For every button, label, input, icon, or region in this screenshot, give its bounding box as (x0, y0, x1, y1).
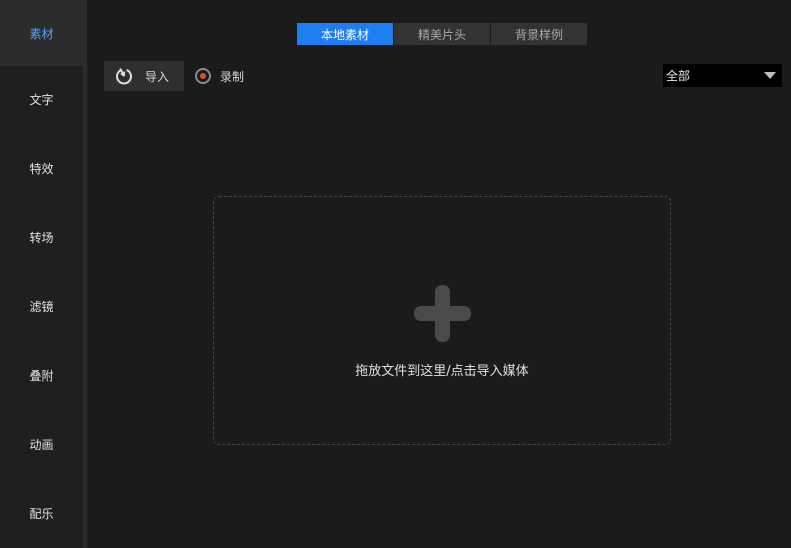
sidebar-item-label: 素材 (29, 26, 54, 41)
filter-dropdown[interactable]: 全部 (663, 64, 782, 87)
record-dot-icon (200, 73, 206, 79)
media-drop-zone[interactable]: 拖放文件到这里/点击导入媒体 (213, 196, 671, 445)
sidebar-divider (83, 0, 87, 548)
sidebar-item-label: 滤镜 (29, 299, 54, 314)
sidebar: 素材 文字 特效 转场 滤镜 叠附 动画 配乐 (0, 0, 83, 548)
sidebar-item-label: 配乐 (29, 506, 54, 521)
sidebar-item-overlay[interactable]: 叠附 (0, 342, 83, 408)
sidebar-item-text[interactable]: 文字 (0, 66, 83, 132)
import-label: 导入 (145, 69, 170, 84)
sidebar-item-material[interactable]: 素材 (0, 0, 83, 66)
sidebar-item-transitions[interactable]: 转场 (0, 204, 83, 270)
sidebar-item-label: 转场 (29, 230, 54, 245)
tab-label: 精美片头 (417, 27, 466, 42)
sidebar-item-music[interactable]: 配乐 (0, 480, 83, 546)
plus-icon (414, 285, 471, 342)
source-tabs: 本地素材 精美片头 背景样例 (297, 23, 588, 45)
tab-intro-templates[interactable]: 精美片头 (394, 23, 490, 45)
tab-background-samples[interactable]: 背景样例 (491, 23, 587, 45)
drop-zone-hint: 拖放文件到这里/点击导入媒体 (355, 364, 529, 379)
sidebar-item-effects[interactable]: 特效 (0, 135, 83, 201)
import-button[interactable]: 导入 (104, 61, 184, 91)
tab-label: 本地素材 (320, 27, 369, 42)
chevron-down-icon (764, 72, 776, 79)
tab-label: 背景样例 (514, 27, 563, 42)
sidebar-item-label: 动画 (29, 437, 54, 452)
sidebar-item-filters[interactable]: 滤镜 (0, 273, 83, 339)
sidebar-item-label: 特效 (29, 161, 54, 176)
record-label: 录制 (220, 69, 245, 84)
app-window: 素材 文字 特效 转场 滤镜 叠附 动画 配乐 本地素材 精美片头 背景样例 导… (0, 0, 791, 548)
sidebar-item-label: 叠附 (29, 368, 54, 383)
import-icon (116, 68, 132, 85)
sidebar-item-animation[interactable]: 动画 (0, 411, 83, 477)
record-radio-icon (195, 68, 211, 84)
sidebar-item-label: 文字 (29, 92, 54, 107)
record-option[interactable]: 录制 (195, 66, 244, 86)
filter-selected-value: 全部 (666, 69, 691, 83)
tab-local-material[interactable]: 本地素材 (297, 23, 393, 45)
